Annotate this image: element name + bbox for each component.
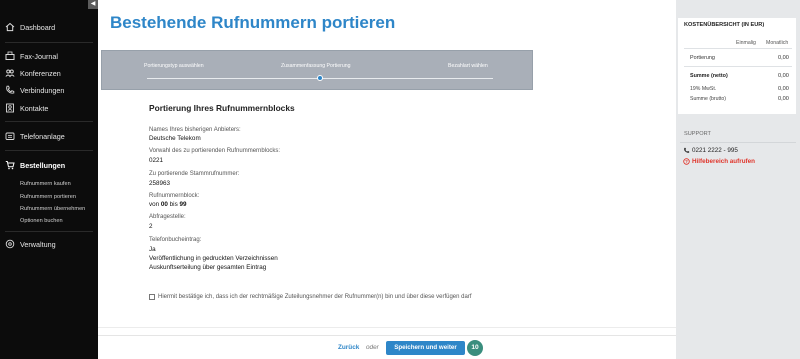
sidebar-item-label: Dashboard <box>20 22 56 32</box>
settings-icon <box>5 239 15 249</box>
current-step-indicator <box>317 75 323 81</box>
block-from-word: von <box>149 201 160 208</box>
cost-row-net-label: Summe (netto) <box>690 73 728 79</box>
phone-icon <box>684 147 690 153</box>
conference-icon <box>5 69 15 78</box>
contacts-icon <box>6 103 14 113</box>
divider <box>5 150 93 151</box>
support-phone: 0221 2222 - 995 <box>692 147 738 154</box>
support-title: SUPPORT <box>684 131 711 137</box>
phonebook-label: Telefonbucheintrag: <box>149 237 202 243</box>
sidebar-item-telephone-system[interactable]: Telefonanlage <box>5 129 65 143</box>
cost-row-net-value: 0,00 <box>778 73 789 79</box>
number-block-value: von 00 bis 99 <box>149 201 187 208</box>
base-number-value: 258963 <box>149 180 171 187</box>
sidebar-item-label: Fax-Journal <box>20 51 58 61</box>
area-code-label: Vorwahl des zu portierenden Rufnummernbl… <box>149 148 281 154</box>
divider <box>5 231 93 232</box>
help-icon: ? <box>683 158 690 165</box>
page-title: Bestehende Rufnummern portieren <box>110 13 396 32</box>
sidebar-item-conferences[interactable]: Konferenzen <box>5 66 61 80</box>
step-payment: Bezahlart wählen <box>448 63 488 69</box>
back-link[interactable]: Zurück <box>338 344 359 351</box>
main-content: Bestehende Rufnummern portieren Portieru… <box>98 0 676 335</box>
phone-icon <box>6 85 15 94</box>
number-block-label: Rufnummernblock: <box>149 193 200 199</box>
block-to-word: bis <box>169 201 178 208</box>
area-code-value: 0221 <box>149 157 164 164</box>
divider <box>684 66 792 67</box>
provider-label: Names Ihres bisherigen Anbieters: <box>149 127 241 133</box>
telephone-system-icon <box>5 132 15 140</box>
cost-row-porting-value: 0,00 <box>778 55 789 61</box>
provider-value: Deutsche Telekom <box>149 135 201 142</box>
phonebook-value-3: Auskunftserteilung über gesamten Eintrag <box>149 264 267 271</box>
cart-icon <box>5 161 15 170</box>
step-count-badge: 10 <box>467 340 483 356</box>
col-once: Einmalig <box>736 40 756 46</box>
cost-row-vat-value: 0,00 <box>778 86 789 92</box>
sidebar-item-connections[interactable]: Verbindungen <box>5 83 64 97</box>
sidebar: ◀ Dashboard Fax-Journal Konferenzen Verb… <box>0 0 98 359</box>
sidebar-item-label: Verbindungen <box>20 85 65 95</box>
cost-row-gross-label: Summe (brutto) <box>690 96 727 102</box>
block-to: 99 <box>179 201 187 208</box>
phonebook-value-1: Ja <box>149 246 156 253</box>
section-title: Portierung Ihres Rufnummernblocks <box>149 103 295 113</box>
home-icon <box>5 22 15 32</box>
svg-text:?: ? <box>685 159 688 164</box>
block-from: 00 <box>160 201 168 208</box>
sidebar-item-orders[interactable]: Bestellungen <box>5 158 65 172</box>
base-number-label: Zu portierende Stammrufnummer: <box>149 171 240 177</box>
divider <box>684 48 792 49</box>
step-summary: Zusammenfassung Portierung <box>281 63 351 69</box>
cost-row-vat-label: 19% MwSt. <box>690 86 717 92</box>
help-link[interactable]: Hilfebereich aufrufen <box>692 158 755 165</box>
progress-stepper: Portierungstyp auswählen Zusammenfassung… <box>101 50 533 90</box>
sidebar-item-label: Bestellungen <box>20 160 66 170</box>
confirm-checkbox[interactable] <box>149 294 155 300</box>
sidebar-item-label: Verwaltung <box>20 239 56 249</box>
action-bar: Zurück oder Speichern und weiter 10 <box>98 335 676 359</box>
extension-label: Abfragestelle: <box>149 214 186 220</box>
sidebar-subitem-take-over-numbers[interactable]: Rufnummern übernehmen <box>20 206 85 212</box>
divider <box>5 121 93 122</box>
step-porting-type: Portierungstyp auswählen <box>144 63 204 69</box>
confirm-label: Hiermit bestätige ich, dass ich der rech… <box>158 294 472 300</box>
phonebook-value-2: Veröffentlichung in gedruckten Verzeichn… <box>149 255 278 262</box>
extension-value: 2 <box>149 223 153 230</box>
divider <box>5 42 93 43</box>
sidebar-item-label: Konferenzen <box>20 68 61 78</box>
sidebar-subitem-port-numbers[interactable]: Rufnummern portieren <box>20 194 76 200</box>
save-and-continue-button[interactable]: Speichern und weiter <box>386 341 465 355</box>
sidebar-item-dashboard[interactable]: Dashboard <box>5 20 55 34</box>
cost-row-gross-value: 0,00 <box>778 96 789 102</box>
sidebar-item-label: Kontakte <box>20 103 49 113</box>
sidebar-item-contacts[interactable]: Kontakte <box>5 101 48 115</box>
col-monthly: Monatlich <box>766 40 789 46</box>
sidebar-subitem-book-options[interactable]: Optionen buchen <box>20 218 63 224</box>
fax-icon <box>5 51 15 60</box>
cost-overview-title: KOSTENÜBERSICHT (IN EUR) <box>684 22 765 28</box>
sidebar-subitem-buy-numbers[interactable]: Rufnummern kaufen <box>20 181 71 187</box>
or-text: oder <box>366 344 379 351</box>
cost-row-porting-label: Portierung <box>690 55 715 61</box>
sidebar-item-administration[interactable]: Verwaltung <box>5 237 56 251</box>
sidebar-item-label: Telefonanlage <box>20 131 65 141</box>
divider <box>98 327 676 328</box>
collapse-sidebar-button[interactable]: ◀ <box>88 0 98 9</box>
divider <box>680 142 796 143</box>
sidebar-item-fax-journal[interactable]: Fax-Journal <box>5 49 58 63</box>
